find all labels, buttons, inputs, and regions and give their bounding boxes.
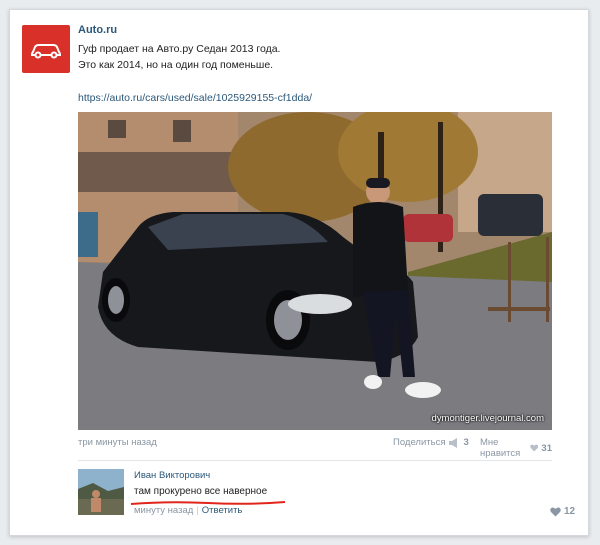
meta-separator: | [196,505,199,516]
post-author[interactable]: Auto.ru [78,24,117,36]
comment-text: там прокурено все наверное [134,486,268,497]
avatar[interactable] [78,469,124,515]
author-logo[interactable] [22,25,70,73]
car-logo-icon [31,44,61,59]
heart-icon [530,444,539,452]
photo-watermark: dymontiger.livejournal.com [431,413,544,424]
post-text-line: Это как 2014, но на один год поменьше. [78,59,274,71]
avatar-image [78,469,124,515]
comment-time[interactable]: минуту назад [134,505,193,516]
reply-button[interactable]: Ответить [202,505,243,516]
heart-icon [550,507,561,516]
post-photo[interactable]: dymontiger.livejournal.com [78,112,552,430]
comment-like-button[interactable]: 12 [550,506,575,517]
share-label: Поделиться [393,437,446,448]
post-text: Гуф продает на Авто.ру Седан 2013 года. … [78,41,558,73]
share-button[interactable]: Поделиться 3 [393,437,469,448]
comment-divider [78,460,552,461]
like-label: Мне нравится [480,437,521,459]
comment-author[interactable]: Иван Викторович [134,470,210,481]
post-text-line: Гуф продает на Авто.ру Седан 2013 года. [78,43,281,55]
post-card: Auto.ru Гуф продает на Авто.ру Седан 201… [9,9,589,536]
photo-scene [78,112,552,430]
like-count: 31 [541,442,552,454]
post-time[interactable]: три минуты назад [78,437,157,448]
post-meta: три минуты назад Поделиться 3 Мне нравит… [78,437,552,459]
post-link[interactable]: https://auto.ru/cars/used/sale/102592915… [78,92,312,104]
comment-like-count: 12 [564,506,576,517]
like-button[interactable]: Мне нравится 31 [480,437,552,459]
share-count: 3 [463,437,469,448]
share-megaphone-icon [449,437,458,448]
comment-meta: минуту назад | Ответить [134,505,242,516]
